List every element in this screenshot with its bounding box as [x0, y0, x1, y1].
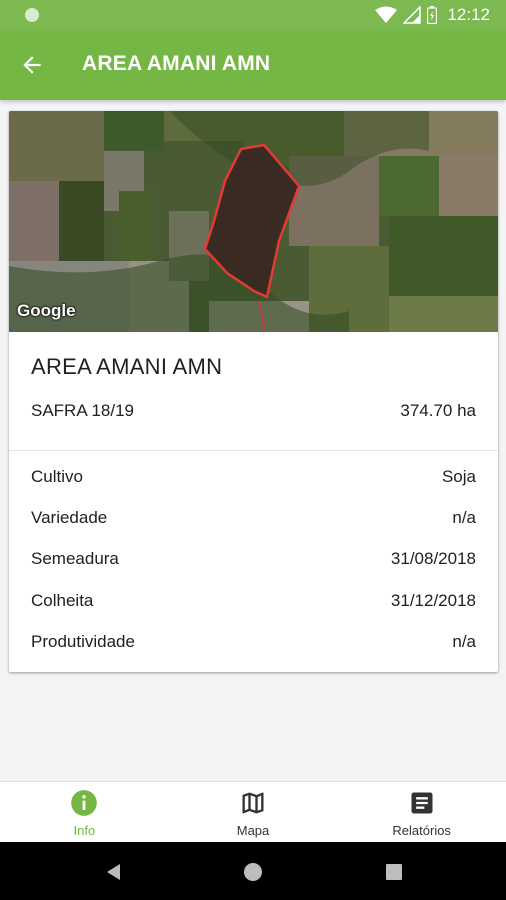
nav-relatorios[interactable]: Relatórios — [337, 782, 506, 842]
triangle-back-icon — [107, 864, 120, 880]
signal-icon — [403, 6, 422, 24]
field-area: 374.70 ha — [400, 401, 476, 420]
field-card: Google AREA AMANI AMN SAFRA 18/19 374.70… — [9, 111, 498, 672]
app-bar: AREA AMANI AMN — [0, 30, 506, 100]
detail-label: Variedade — [31, 508, 108, 527]
battery-icon — [427, 6, 438, 24]
info-icon — [70, 789, 98, 817]
bottom-navigation: Info Mapa Relatórios — [0, 781, 506, 842]
system-recents-button[interactable] — [383, 861, 405, 883]
map-icon — [239, 789, 267, 817]
notification-dot-icon — [25, 8, 39, 22]
circle-home-icon — [244, 863, 262, 881]
field-name: AREA AMANI AMN — [31, 354, 223, 379]
status-icons: 12:12 — [375, 5, 490, 25]
nav-mapa-label: Mapa — [236, 823, 270, 838]
arrow-back-icon — [23, 56, 41, 74]
back-button[interactable] — [14, 47, 50, 83]
nav-mapa[interactable]: Mapa — [169, 782, 338, 842]
detail-value: n/a — [452, 632, 476, 651]
nav-info-label: Info — [73, 823, 96, 838]
wifi-icon — [375, 6, 398, 23]
detail-label: Semeadura — [31, 549, 119, 568]
report-icon — [408, 789, 436, 817]
nav-relatorios-label: Relatórios — [392, 823, 451, 838]
page-title: AREA AMANI AMN — [82, 52, 271, 75]
season-label: SAFRA 18/19 — [31, 401, 135, 420]
system-home-button[interactable] — [242, 861, 264, 883]
satellite-image — [9, 111, 498, 332]
detail-value: 31/08/2018 — [390, 549, 476, 568]
status-time: 12:12 — [447, 5, 490, 24]
divider — [9, 450, 498, 451]
detail-row-produtividade: Produtividade n/a — [31, 632, 476, 656]
detail-value: 31/12/2018 — [390, 591, 476, 610]
nav-info[interactable]: Info — [0, 782, 169, 842]
google-attribution: Google — [17, 301, 76, 320]
detail-label: Colheita — [31, 591, 94, 610]
detail-value: n/a — [452, 508, 476, 527]
detail-label: Cultivo — [31, 467, 83, 486]
status-bar: 12:12 — [0, 0, 506, 30]
square-recents-icon — [386, 864, 402, 880]
field-map[interactable]: Google — [9, 111, 498, 332]
detail-value: Soja — [441, 467, 476, 486]
detail-label: Produtividade — [31, 632, 135, 651]
system-navigation-bar — [0, 842, 506, 900]
detail-row-variedade: Variedade n/a — [31, 508, 476, 532]
system-back-button[interactable] — [103, 861, 125, 883]
detail-row-semeadura: Semeadura 31/08/2018 — [31, 549, 476, 573]
detail-row-cultivo: Cultivo Soja — [31, 467, 476, 491]
detail-row-colheita: Colheita 31/12/2018 — [31, 591, 476, 615]
